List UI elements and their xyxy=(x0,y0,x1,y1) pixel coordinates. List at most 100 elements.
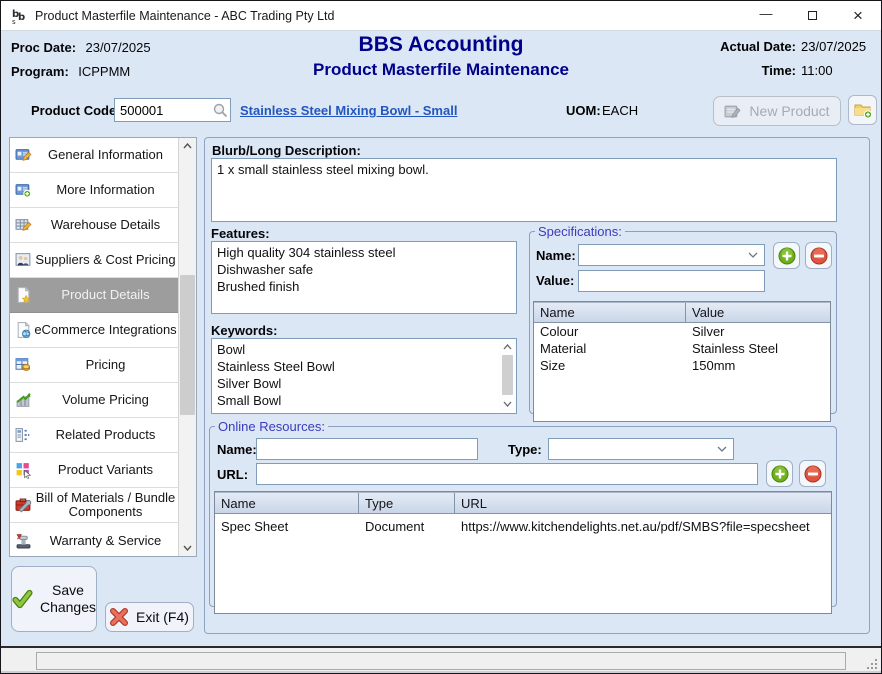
sidebar-item-label: Pricing xyxy=(86,358,126,372)
resource-add-button[interactable] xyxy=(766,460,793,487)
sidebar-item-volume-pricing[interactable]: Volume Pricing xyxy=(10,383,179,418)
sidebar-scrollbar[interactable] xyxy=(178,138,196,556)
blurb-label: Blurb/Long Description: xyxy=(212,143,361,158)
app-window: b b s Product Masterfile Maintenance - A… xyxy=(0,0,882,674)
specifications-legend: Specifications: xyxy=(535,224,625,239)
sidebar-item-label: Bill of Materials / Bundle Components xyxy=(34,491,177,519)
sidebar-item-warehouse-details[interactable]: Warehouse Details xyxy=(10,208,179,243)
sidebar-item-label: eCommerce Integrations xyxy=(34,323,176,337)
resize-grip-icon[interactable] xyxy=(865,657,877,669)
sidebar-item-product-variants[interactable]: Product Variants xyxy=(10,453,179,488)
save-changes-button[interactable]: Save Changes xyxy=(11,566,97,632)
scroll-down-icon[interactable] xyxy=(179,540,196,556)
table-row[interactable]: Spec Sheet Document https://www.kitchend… xyxy=(215,514,831,538)
column-header[interactable]: URL xyxy=(455,493,831,513)
window-title: Product Masterfile Maintenance - ABC Tra… xyxy=(35,9,334,23)
time-value: 11:00 xyxy=(801,63,833,78)
sidebar-item-pricing[interactable]: Pricing xyxy=(10,348,179,383)
maximize-button[interactable] xyxy=(789,1,835,30)
page-star-icon xyxy=(15,287,32,304)
new-product-icon xyxy=(724,103,741,120)
stamp-icon xyxy=(15,532,32,549)
exit-button[interactable]: Exit (F4) xyxy=(105,602,194,632)
keywords-textarea[interactable]: Bowl Stainless Steel Bowl Silver Bowl Sm… xyxy=(211,338,517,414)
remove-icon xyxy=(804,465,822,483)
people-icon xyxy=(15,252,32,269)
sidebar-item-suppliers-cost-pricing[interactable]: Suppliers & Cost Pricing xyxy=(10,243,179,278)
features-textarea[interactable]: High quality 304 stainless steel Dishwas… xyxy=(211,241,517,314)
toolbox-icon xyxy=(15,497,32,514)
online-resources-table-header: Name Type URL xyxy=(215,492,831,514)
svg-text:b: b xyxy=(18,12,25,23)
spec-name-combobox[interactable] xyxy=(578,244,765,266)
scroll-down-icon[interactable] xyxy=(499,396,516,411)
column-header[interactable]: Value xyxy=(686,303,830,322)
resource-type-combobox[interactable] xyxy=(548,438,734,460)
blurb-textarea[interactable]: 1 x small stainless steel mixing bowl. xyxy=(211,158,837,222)
product-code-label: Product Code: xyxy=(31,103,121,118)
online-resources-group: Online Resources: Name: Type: URL: xyxy=(209,419,837,607)
keywords-scrollbar[interactable] xyxy=(499,339,516,411)
resource-remove-button[interactable] xyxy=(799,460,826,487)
sidebar-item-label: Warehouse Details xyxy=(51,218,160,232)
column-header[interactable]: Name xyxy=(215,493,359,513)
sidebar-item-related-products[interactable]: Related Products xyxy=(10,418,179,453)
keywords-scroll-thumb[interactable] xyxy=(502,355,513,395)
table-row[interactable]: Size 150mm xyxy=(534,357,830,374)
spec-name-label: Name: xyxy=(536,248,576,263)
maximize-icon xyxy=(808,11,817,20)
sidebar-item-general-information[interactable]: General Information xyxy=(10,138,179,173)
product-name-link[interactable]: Stainless Steel Mixing Bowl - Small xyxy=(240,103,457,118)
new-product-button[interactable]: New Product xyxy=(713,96,841,126)
keywords-label: Keywords: xyxy=(211,323,277,338)
new-product-label: New Product xyxy=(749,103,829,119)
sidebar-item-label: Product Details xyxy=(61,288,149,302)
taskbar-sliver xyxy=(1,671,881,673)
table-coins-icon xyxy=(15,357,32,374)
scroll-up-icon[interactable] xyxy=(499,339,516,354)
features-label: Features: xyxy=(211,226,270,241)
sidebar-item-warranty-service[interactable]: Warranty & Service xyxy=(10,523,179,558)
spec-value-input[interactable] xyxy=(578,270,765,292)
spec-remove-button[interactable] xyxy=(805,242,832,269)
uom-value: EACH xyxy=(602,103,638,118)
linked-list-icon xyxy=(15,427,32,444)
online-resources-legend: Online Resources: xyxy=(215,419,328,434)
minimize-button[interactable]: — xyxy=(743,1,789,30)
uom-label: UOM: xyxy=(566,103,601,118)
close-button[interactable]: × xyxy=(835,1,881,30)
sidebar-item-bill-of-materials[interactable]: Bill of Materials / Bundle Components xyxy=(10,488,179,523)
actual-date-value: 23/07/2025 xyxy=(801,39,866,54)
sidebar-item-label: More Information xyxy=(56,183,154,197)
table-row[interactable]: Colour Silver xyxy=(534,323,830,340)
spec-add-button[interactable] xyxy=(773,242,800,269)
column-header[interactable]: Type xyxy=(359,493,455,513)
sidebar-item-ecommerce-integrations[interactable]: eCommerce Integrations xyxy=(10,313,179,348)
header-band: Proc Date: 23/07/2025 Program: ICPPMM BB… xyxy=(1,32,881,90)
grid-pencil-icon xyxy=(15,217,32,234)
product-bar: Product Code: Stainless Steel Mixing Bow… xyxy=(1,90,881,136)
resource-type-label: Type: xyxy=(508,442,542,457)
sidebar-item-more-information[interactable]: More Information xyxy=(10,173,179,208)
online-resources-table: Name Type URL Spec Sheet Document https:… xyxy=(214,491,832,614)
resource-url-input[interactable] xyxy=(256,463,758,485)
specifications-group: Specifications: Name: Value: xyxy=(529,224,837,414)
save-changes-label: Save Changes xyxy=(40,582,96,616)
variant-squares-icon xyxy=(15,462,32,479)
svg-text:s: s xyxy=(12,18,16,26)
title-bar: b b s Product Masterfile Maintenance - A… xyxy=(1,1,881,31)
minimize-icon: — xyxy=(760,6,773,21)
open-folder-button[interactable] xyxy=(848,95,877,125)
app-logo-icon: b b s xyxy=(8,6,28,26)
close-icon: × xyxy=(853,6,863,26)
table-row[interactable]: Material Stainless Steel xyxy=(534,340,830,357)
folder-add-icon xyxy=(853,100,873,120)
sidebar-scroll-thumb[interactable] xyxy=(180,275,195,415)
sidebar-item-label: Volume Pricing xyxy=(62,393,149,407)
sidebar-item-product-details[interactable]: Product Details xyxy=(10,278,179,313)
scroll-up-icon[interactable] xyxy=(179,138,196,154)
column-header[interactable]: Name xyxy=(534,303,686,322)
chart-up-icon xyxy=(15,392,32,409)
resource-name-input[interactable] xyxy=(256,438,478,460)
search-icon[interactable] xyxy=(212,102,228,118)
